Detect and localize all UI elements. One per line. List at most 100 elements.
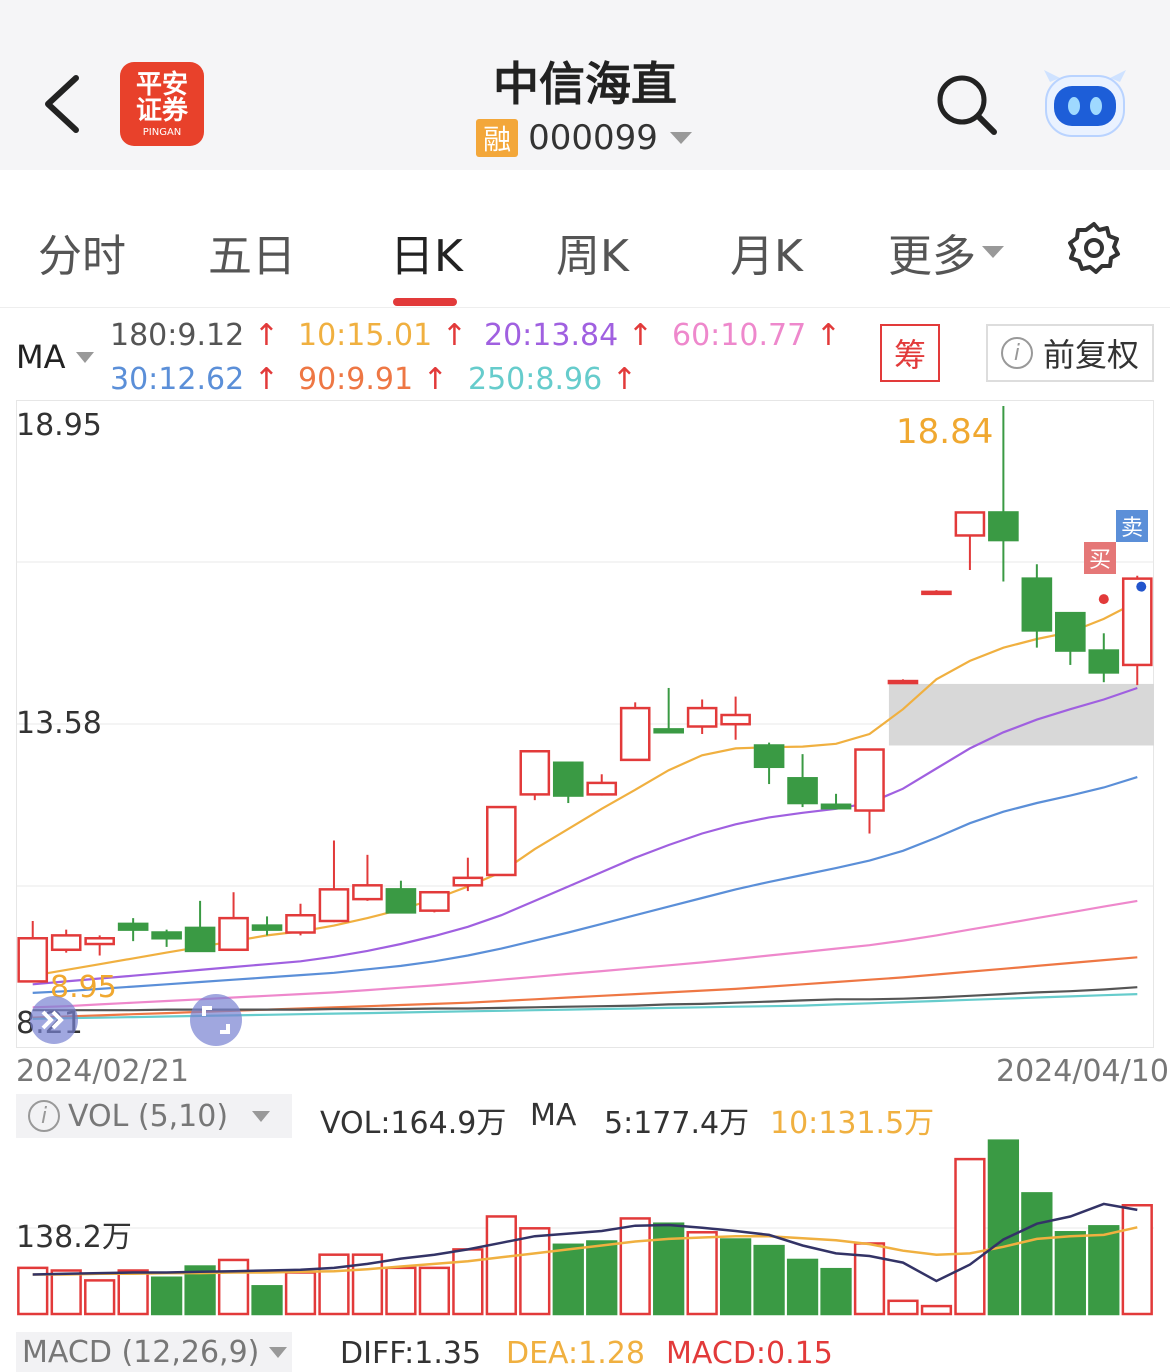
volume-bar [385,1266,417,1316]
volume-bar [50,1269,82,1316]
info-icon: i [28,1100,60,1132]
macd-indicator-label: MACD (12,26,9) [22,1334,260,1370]
candle-body [218,916,249,952]
volume-bar [150,1276,183,1316]
ma-value-2: 20:13.84 ↑ [484,318,653,353]
candle-body [50,934,82,952]
ma-value-1: 10:15.01 ↑ [298,318,467,353]
volume-bar [619,1217,651,1316]
candle-body [285,913,316,934]
dropdown-caret-icon [269,1347,288,1358]
tab-daily-k[interactable]: 日K [390,220,463,284]
ma-selector[interactable]: MA [16,338,96,376]
max-price-annotation: 18.84 [896,412,994,452]
price-adjust-button[interactable]: i 前复权 [986,324,1154,382]
date-end-label: 2024/04/10 [996,1054,1169,1089]
volume-indicator-label: VOL (5,10) [68,1098,229,1134]
volume-bar [485,1215,517,1316]
candle-body [1121,577,1153,667]
volume-bar [753,1244,785,1316]
candle-body [887,679,919,685]
top-bar: 平安 证券 PINGAN 中信海直 融 000099 [0,0,1170,170]
ma-indicator-row: MA 180:9.12 ↑ 10:15.01 ↑ 20:13.84 ↑ 60:10.7… [0,310,1170,400]
fullscreen-button[interactable] [190,994,242,1046]
sell-signal-tag[interactable]: 卖 [1116,510,1148,542]
tab-more[interactable]: 更多 [888,220,1006,284]
volume-y-label: 138.2万 [16,1220,132,1255]
candle-body [787,777,818,805]
candle-body [84,937,115,946]
candle-body [17,937,49,983]
volume-bar [887,1299,919,1316]
candlestick-chart[interactable]: 18.95 13.58 8.21 18.84 8.95 卖 买 [16,400,1154,1048]
candlestick-svg [16,400,1154,1048]
macd-indicator-selector[interactable]: MACD (12,26,9) [16,1332,292,1372]
candle-body [686,706,718,728]
volume-indicator-selector[interactable]: i VOL (5,10) [16,1094,292,1138]
volume-bar [1088,1225,1120,1316]
tab-weekly-k[interactable]: 周K [556,220,629,284]
candle-body [117,922,149,931]
candle-body [352,884,383,901]
volume-chart[interactable]: 138.2万 [16,1138,1154,1316]
volume-bar [318,1253,350,1316]
ma-value-text: 250:8.96 [468,362,603,397]
candle-body [251,924,283,931]
ma-value-text: 60:10.77 [672,318,807,353]
candle-body [954,511,986,537]
candle-body [486,805,517,877]
dropdown-caret-icon [669,132,692,144]
ma-value-0: 180:9.12 ↑ [110,318,279,353]
settings-gear-icon[interactable] [1066,220,1122,276]
candle-body [1021,577,1053,632]
volume-bar [786,1258,819,1316]
signal-dot-blue [1136,581,1147,592]
ma-line-ma30 [32,776,1138,994]
candle-body [385,888,417,914]
signal-dot-red [1098,594,1109,605]
up-arrow-icon: ↑ [432,318,467,353]
candle-body [921,590,952,596]
candle-body [720,713,751,726]
volume-bar [586,1240,618,1316]
price-gap-zone [888,683,1154,746]
up-arrow-icon: ↑ [244,318,279,353]
candle-body [619,706,651,762]
volume-value: VOL:164.9万 [320,1106,507,1141]
macd-diff: DIFF:1.35 [340,1336,482,1371]
macd-indicator-row: MACD (12,26,9) DIFF:1.35 DEA:1.28 MACD:0… [16,1332,1154,1372]
volume-svg [16,1139,1154,1316]
up-arrow-icon: ↑ [413,362,448,397]
robot-assistant-icon[interactable] [1040,68,1130,140]
tab-five-day[interactable]: 五日 [208,220,296,284]
volume-indicator-row: i VOL (5,10) VOL:164.9万 MA 5:177.4万 10:1… [16,1094,1154,1141]
tab-monthly-k[interactable]: 月K [730,220,803,284]
up-arrow-icon: ↑ [618,318,653,353]
ma-value-text: 20:13.84 [484,318,619,353]
expand-icon [202,1006,230,1034]
volume-ma10: 10:131.5万 [770,1106,935,1141]
candle-body [988,511,1019,542]
candle-body [452,876,484,887]
candle-body [552,761,584,797]
volume-bar [217,1258,250,1316]
macd-value: MACD:0.15 [666,1336,833,1371]
chip-distribution-button[interactable]: 筹 [880,324,940,382]
price-adjust-label: 前复权 [1042,336,1139,374]
volume-bar [686,1231,718,1316]
scroll-to-end-button[interactable] [30,996,78,1044]
period-tabs: 分时 五日 日K 周K 月K 更多 [0,190,1170,308]
volume-bar [552,1243,584,1316]
tab-intraday[interactable]: 分时 [38,220,126,284]
date-start-label: 2024/02/21 [16,1054,189,1089]
volume-ma-label: MA [530,1098,577,1133]
candle-body [184,926,216,953]
volume-bar [820,1267,852,1316]
volume-bar [251,1285,283,1316]
volume-bar [84,1279,116,1316]
ma-value-6: 250:8.96 ↑ [468,362,637,397]
ma-value-4: 30:12.62 ↑ [110,362,279,397]
search-icon[interactable] [934,72,998,136]
ma-line-ma10 [32,600,1138,977]
buy-signal-tag[interactable]: 买 [1084,542,1116,574]
